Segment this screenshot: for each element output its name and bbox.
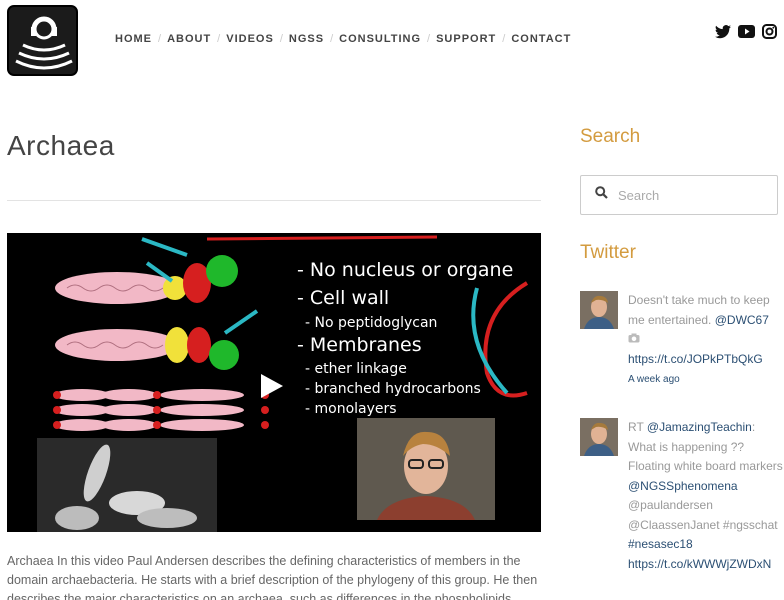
- avatar[interactable]: [580, 418, 618, 456]
- search-icon: [595, 186, 608, 204]
- tweet-hashtag[interactable]: #nesasec18: [628, 537, 693, 551]
- tweet-mention[interactable]: @ClaassenJanet #ngsschat: [628, 518, 778, 532]
- video-description: Archaea In this video Paul Andersen desc…: [7, 554, 538, 600]
- slide-line: - monolayers: [305, 401, 397, 417]
- tweet-mention[interactable]: @JamazingTeachin: [647, 420, 752, 434]
- search-input[interactable]: [618, 187, 768, 203]
- slide-line: - ether linkage: [305, 361, 407, 377]
- instagram-icon[interactable]: [762, 24, 777, 44]
- youtube-icon[interactable]: [738, 25, 755, 43]
- nav-about[interactable]: ABOUT: [167, 33, 211, 45]
- tweet-mention[interactable]: @DWC67: [715, 313, 769, 327]
- tweet-text: Doesn't take much to keep me entertained…: [628, 293, 770, 386]
- tweet-link[interactable]: https://t.co/JOPkPTbQkG: [628, 352, 763, 366]
- play-icon[interactable]: [255, 371, 289, 406]
- nav-support[interactable]: SUPPORT: [436, 33, 496, 45]
- presenter-image: [357, 418, 495, 520]
- avatar[interactable]: [580, 291, 618, 329]
- nav-contact[interactable]: CONTACT: [511, 33, 571, 45]
- camera-icon: [628, 330, 640, 350]
- page-title: Archaea: [7, 130, 115, 161]
- main-nav: HOME / ABOUT / VIDEOS / NGSS / CONSULTING / S…: [115, 33, 572, 45]
- site-logo[interactable]: [7, 5, 78, 76]
- nav-home[interactable]: HOME: [115, 33, 152, 45]
- nav-videos[interactable]: VIDEOS: [226, 33, 274, 45]
- slide-line: - No peptidoglycan: [305, 315, 438, 331]
- nav-consulting[interactable]: CONSULTING: [339, 33, 421, 45]
- slide-line: - branched hydrocarbons: [305, 381, 481, 397]
- tweet-mention[interactable]: @paulandersen: [628, 498, 713, 512]
- tweet-time[interactable]: A week ago: [628, 374, 680, 385]
- search-heading: Search: [580, 126, 641, 147]
- slide-line: - Cell wall: [297, 287, 390, 309]
- search-box: [580, 175, 778, 215]
- tweet-text: RT @JamazingTeachin: What is happening ?…: [628, 420, 783, 571]
- nav-ngss[interactable]: NGSS: [289, 33, 324, 45]
- slide-line: - Membranes: [297, 334, 422, 356]
- twitter-icon[interactable]: [715, 24, 731, 44]
- slide-line: - No nucleus or organe: [297, 259, 514, 281]
- tweet-mention[interactable]: @NGSSphenomena: [628, 479, 738, 493]
- title-divider: [7, 200, 541, 201]
- social-links: [715, 24, 777, 44]
- twitter-heading: Twitter: [580, 242, 636, 263]
- tweet-link[interactable]: https://t.co/kWWWjZWDxN: [628, 557, 771, 571]
